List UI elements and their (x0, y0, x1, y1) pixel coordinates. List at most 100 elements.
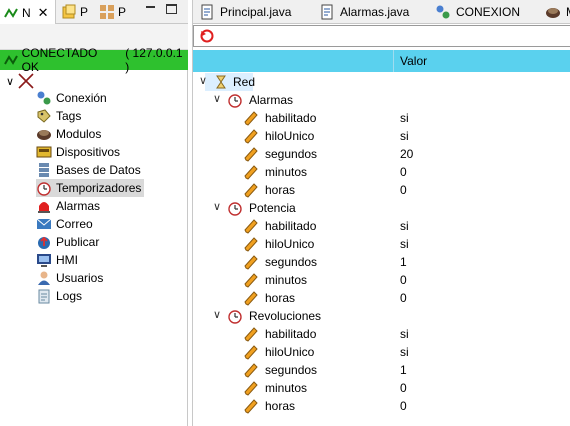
tree-row-property[interactable]: hiloUnico si (193, 343, 570, 361)
property-value[interactable]: 0 (400, 183, 407, 197)
nav-item-label: Conexión (56, 91, 107, 105)
navigator-panel: N ✕ P P CONECTADO OK ( 127.0.0.1 ) ∨ Con… (0, 0, 188, 426)
pencil-icon (244, 183, 258, 198)
nav-root[interactable]: ∨ (6, 72, 34, 90)
tree-row-property[interactable]: habilitado si (193, 217, 570, 235)
group-label: Potencia (249, 201, 296, 215)
nav-item-label: Publicar (56, 235, 100, 249)
pencil-icon (244, 381, 258, 396)
tab-projects-label: P (80, 5, 89, 19)
property-key: minutos (265, 165, 308, 179)
property-key: hiloUnico (265, 237, 315, 251)
hmi-icon (37, 254, 51, 267)
nav-item-label: Alarmas (56, 199, 101, 213)
pencil-icon (244, 327, 258, 342)
property-value[interactable]: 0 (400, 273, 407, 287)
module-icon (37, 130, 51, 140)
chevron-down-icon[interactable]: ∨ (199, 74, 211, 88)
property-key: horas (265, 291, 296, 305)
tree-row-property[interactable]: hiloUnico si (193, 127, 570, 145)
nav-item-publicar[interactable]: Publicar (36, 233, 102, 251)
navigator-icon (4, 7, 18, 18)
tab-label: M (566, 5, 570, 19)
tree-row-property[interactable]: segundos 20 (193, 145, 570, 163)
nav-item-temporizadores[interactable]: Temporizadores (36, 179, 145, 197)
tag-icon (37, 109, 51, 123)
property-value[interactable]: 0 (400, 399, 407, 413)
chevron-down-icon[interactable]: ∨ (213, 308, 225, 322)
tree-row-property[interactable]: segundos 1 (193, 361, 570, 379)
nav-item-modulos[interactable]: Modulos (36, 125, 104, 143)
chevron-down-icon[interactable]: ∨ (6, 75, 14, 88)
mail-icon (36, 218, 52, 229)
tree-row-group[interactable]: ∨ Revoluciones (193, 307, 570, 325)
nav-item-dispositivos[interactable]: Dispositivos (36, 143, 123, 161)
property-value[interactable]: 1 (400, 255, 407, 269)
pencil-icon (244, 345, 258, 360)
pencil-icon (244, 111, 258, 126)
property-value[interactable]: si (400, 111, 409, 125)
nav-item-usuarios[interactable]: Usuarios (36, 269, 106, 287)
timer-icon (228, 94, 242, 108)
tree-row-property[interactable]: horas 0 (193, 289, 570, 307)
tree-row-property[interactable]: habilitado si (193, 109, 570, 127)
tree-row-group[interactable]: ∨ Alarmas (193, 91, 570, 109)
close-icon[interactable]: ✕ (38, 5, 49, 21)
property-value[interactable]: si (400, 237, 409, 251)
tab-conexion[interactable]: CONEXION (431, 0, 520, 24)
maximize-icon[interactable] (166, 4, 177, 14)
tree-row-property[interactable]: segundos 1 (193, 253, 570, 271)
property-key: horas (265, 183, 296, 197)
tree-row-property[interactable]: minutos 0 (193, 379, 570, 397)
nav-item-alarmas[interactable]: Alarmas (36, 197, 103, 215)
table-header: Valor (193, 50, 570, 72)
tree-row-property[interactable]: minutos 0 (193, 271, 570, 289)
nav-item-label: Logs (56, 289, 83, 303)
root-icon (18, 73, 34, 89)
nav-item-hmi[interactable]: HMI (36, 251, 81, 269)
editor-toolbar (193, 25, 570, 47)
chevron-down-icon[interactable]: ∨ (213, 200, 225, 214)
tree-row-property[interactable]: horas 0 (193, 397, 570, 415)
tab-navigator[interactable]: N ✕ (0, 0, 56, 25)
property-value[interactable]: si (400, 345, 409, 359)
property-key: habilitado (265, 219, 317, 233)
property-value[interactable]: si (400, 219, 409, 233)
tab-packages-label: P (118, 5, 127, 19)
nav-item-correo[interactable]: Correo (36, 215, 96, 233)
tree-row-property[interactable]: hiloUnico si (193, 235, 570, 253)
tab-projects[interactable]: P (58, 0, 92, 24)
column-divider[interactable] (393, 50, 394, 72)
tree-row-property[interactable]: horas 0 (193, 181, 570, 199)
nav-item-bases-de-datos[interactable]: Bases de Datos (36, 161, 144, 179)
property-key: minutos (265, 273, 308, 287)
chevron-down-icon[interactable]: ∨ (213, 92, 225, 106)
java-file-icon (201, 4, 213, 20)
tab-modulos[interactable]: M (541, 0, 570, 24)
property-value[interactable]: 20 (400, 147, 413, 161)
tab-alarmas-java[interactable]: Alarmas.java (315, 0, 409, 24)
property-value[interactable]: 0 (400, 291, 407, 305)
refresh-icon[interactable] (199, 28, 215, 44)
nav-item-logs[interactable]: Logs (36, 287, 85, 305)
timer-icon (37, 182, 51, 196)
tab-packages[interactable]: P (96, 0, 130, 24)
nav-item-conexion[interactable]: Conexión (36, 89, 110, 107)
nav-item-label: Modulos (56, 127, 102, 141)
property-value[interactable]: si (400, 129, 409, 143)
pencil-icon (244, 165, 258, 180)
property-value[interactable]: si (400, 327, 409, 341)
property-value[interactable]: 1 (400, 363, 407, 377)
minimize-icon[interactable] (146, 6, 155, 8)
nav-item-tags[interactable]: Tags (36, 107, 84, 125)
tree-row-root[interactable]: ∨ Red (193, 73, 570, 91)
property-value[interactable]: 0 (400, 165, 407, 179)
database-icon (39, 163, 49, 177)
property-value[interactable]: 0 (400, 381, 407, 395)
tree-row-property[interactable]: habilitado si (193, 325, 570, 343)
tree-row-property[interactable]: minutos 0 (193, 163, 570, 181)
tab-principal-java[interactable]: Principal.java (195, 0, 291, 24)
status-text: CONECTADO OK (21, 46, 98, 74)
tree-row-group[interactable]: ∨ Potencia (193, 199, 570, 217)
nav-item-label: Bases de Datos (56, 163, 141, 177)
